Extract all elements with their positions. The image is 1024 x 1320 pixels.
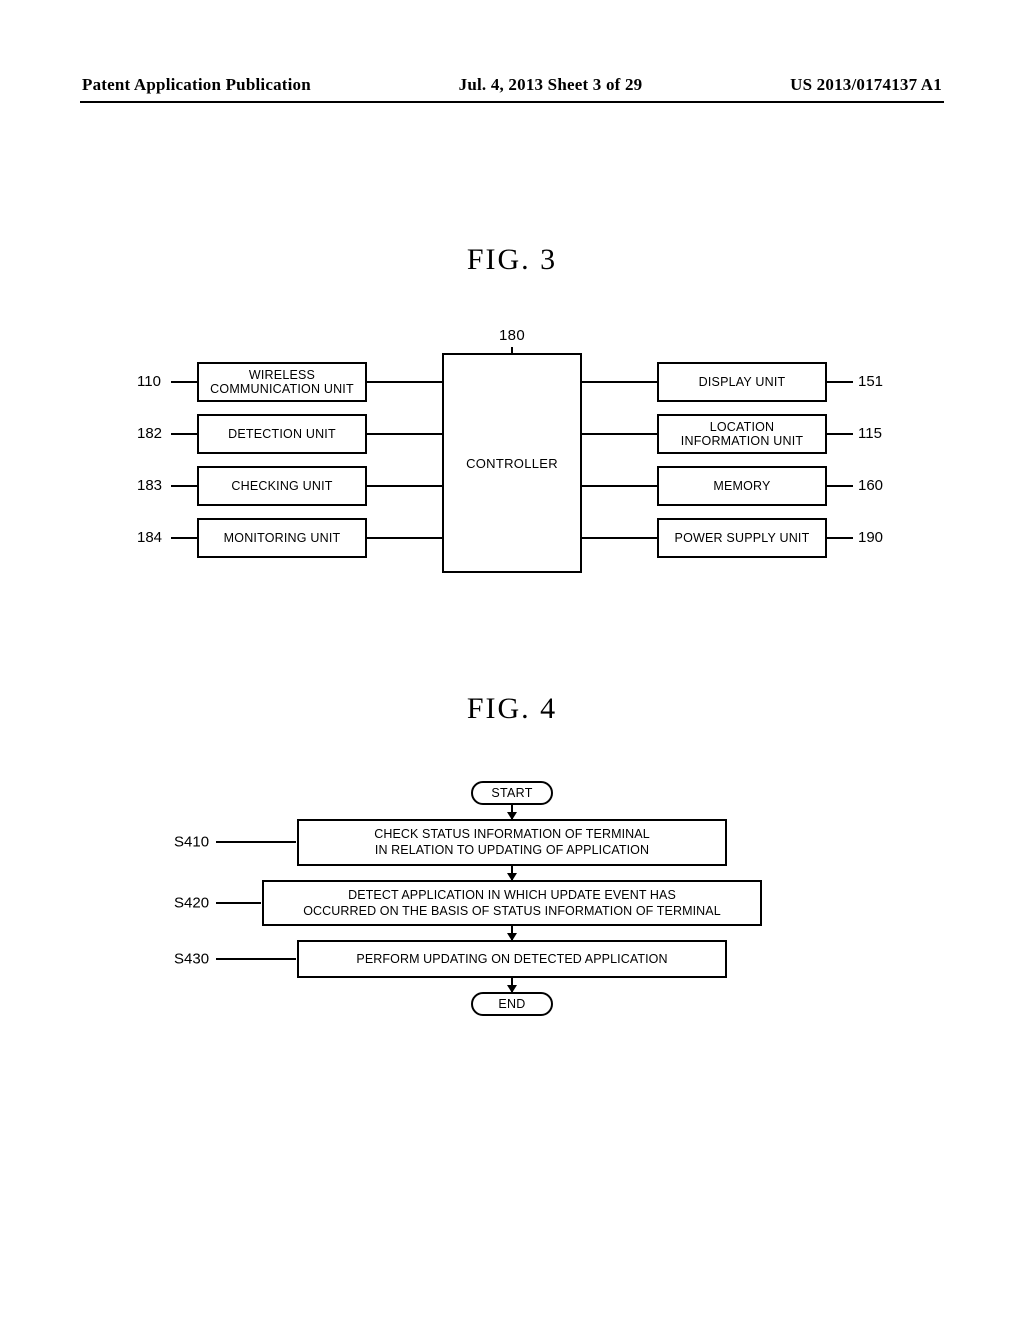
end-terminal: END bbox=[471, 992, 553, 1016]
connector bbox=[367, 381, 442, 383]
start-terminal: START bbox=[471, 781, 553, 805]
ref-110: 110 bbox=[137, 373, 161, 390]
ref-s410: S410 bbox=[174, 834, 209, 851]
label: LOCATION INFORMATION UNIT bbox=[681, 420, 803, 449]
ref-160: 160 bbox=[858, 477, 883, 494]
controller-block: CONTROLLER 180 bbox=[442, 353, 582, 573]
ref-dash bbox=[216, 958, 296, 960]
arrow-head-icon bbox=[507, 985, 517, 993]
fig3-title: FIG. 3 bbox=[80, 243, 944, 277]
box-detection: DETECTION UNIT bbox=[197, 414, 367, 454]
controller-ref: 180 bbox=[499, 327, 525, 344]
ref-184: 184 bbox=[137, 529, 162, 546]
box-display: DISPLAY UNIT bbox=[657, 362, 827, 402]
connector bbox=[367, 537, 442, 539]
step-s420: DETECT APPLICATION IN WHICH UPDATE EVENT… bbox=[262, 880, 762, 927]
ref-dash bbox=[171, 381, 197, 383]
label: DETECTION UNIT bbox=[228, 427, 336, 441]
step-label: DETECT APPLICATION IN WHICH UPDATE EVENT… bbox=[303, 888, 721, 918]
ref-dash bbox=[216, 841, 296, 843]
step-label: PERFORM UPDATING ON DETECTED APPLICATION bbox=[356, 952, 667, 966]
header-mid: Jul. 4, 2013 Sheet 3 of 29 bbox=[459, 75, 643, 95]
ref-s420: S420 bbox=[174, 894, 209, 911]
label: MONITORING UNIT bbox=[224, 531, 341, 545]
ref-115: 115 bbox=[858, 425, 882, 442]
header-right: US 2013/0174137 A1 bbox=[790, 75, 942, 95]
step-s420-row: S420 DETECT APPLICATION IN WHICH UPDATE … bbox=[202, 880, 822, 927]
ref-s430: S430 bbox=[174, 951, 209, 968]
connector bbox=[582, 433, 657, 435]
step-s410-row: S410 CHECK STATUS INFORMATION OF TERMINA… bbox=[202, 819, 822, 866]
connector bbox=[367, 433, 442, 435]
ref-151: 151 bbox=[858, 373, 883, 390]
ref-dash bbox=[827, 485, 853, 487]
step-s430: PERFORM UPDATING ON DETECTED APPLICATION bbox=[297, 940, 727, 978]
ref-183: 183 bbox=[137, 477, 162, 494]
header-left: Patent Application Publication bbox=[82, 75, 311, 95]
box-wireless-comm: WIRELESS COMMUNICATION UNIT bbox=[197, 362, 367, 402]
fig3-diagram: CONTROLLER 180 WIRELESS COMMUNICATION UN… bbox=[142, 332, 882, 592]
start-label: START bbox=[491, 786, 532, 800]
ref-dash bbox=[171, 433, 197, 435]
step-s410: CHECK STATUS INFORMATION OF TERMINAL IN … bbox=[297, 819, 727, 866]
box-memory: MEMORY bbox=[657, 466, 827, 506]
connector bbox=[367, 485, 442, 487]
arrow-down bbox=[511, 805, 513, 819]
connector bbox=[582, 485, 657, 487]
step-label: CHECK STATUS INFORMATION OF TERMINAL IN … bbox=[374, 827, 650, 857]
arrow-down bbox=[511, 926, 513, 940]
label: POWER SUPPLY UNIT bbox=[675, 531, 810, 545]
ref-190: 190 bbox=[858, 529, 883, 546]
end-label: END bbox=[498, 997, 525, 1011]
connector bbox=[582, 537, 657, 539]
arrow-down bbox=[511, 978, 513, 992]
ref-dash bbox=[827, 433, 853, 435]
page-header: Patent Application Publication Jul. 4, 2… bbox=[80, 75, 944, 103]
box-location: LOCATION INFORMATION UNIT bbox=[657, 414, 827, 454]
label: MEMORY bbox=[713, 479, 770, 493]
ref-182: 182 bbox=[137, 425, 162, 442]
ref-dash bbox=[827, 381, 853, 383]
box-checking: CHECKING UNIT bbox=[197, 466, 367, 506]
ref-dash bbox=[216, 902, 261, 904]
controller-lead-line bbox=[511, 347, 513, 355]
fig4-flowchart: START S410 CHECK STATUS INFORMATION OF T… bbox=[202, 781, 822, 1016]
arrow-down bbox=[511, 866, 513, 880]
ref-dash bbox=[171, 485, 197, 487]
connector bbox=[582, 381, 657, 383]
ref-dash bbox=[827, 537, 853, 539]
label: WIRELESS COMMUNICATION UNIT bbox=[210, 368, 354, 397]
controller-text: CONTROLLER bbox=[466, 456, 558, 471]
fig4-title: FIG. 4 bbox=[80, 692, 944, 726]
box-power: POWER SUPPLY UNIT bbox=[657, 518, 827, 558]
box-monitoring: MONITORING UNIT bbox=[197, 518, 367, 558]
ref-dash bbox=[171, 537, 197, 539]
step-s430-row: S430 PERFORM UPDATING ON DETECTED APPLIC… bbox=[202, 940, 822, 978]
label: CHECKING UNIT bbox=[231, 479, 332, 493]
label: DISPLAY UNIT bbox=[699, 375, 786, 389]
